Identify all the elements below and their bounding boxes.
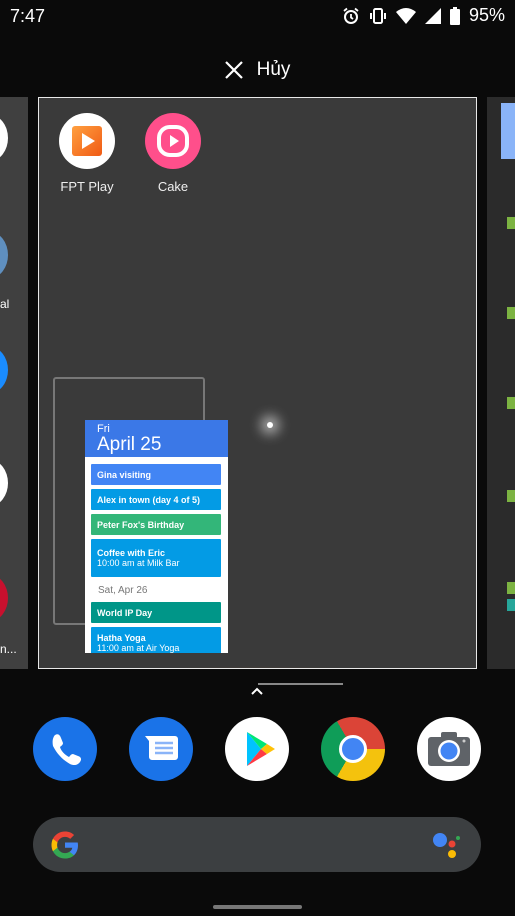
fpt-play-icon <box>59 113 115 169</box>
calendar-event[interactable]: Alex in town (day 4 of 5) <box>91 489 221 510</box>
app-cake[interactable]: Cake <box>133 113 213 194</box>
calendar-event[interactable]: World IP Day <box>91 602 221 623</box>
calendar-event[interactable]: Hatha Yoga 11:00 am at Air Yoga <box>91 627 221 653</box>
wallpaper-star <box>267 422 273 428</box>
calendar-event[interactable]: Peter Fox's Birthday <box>91 514 221 535</box>
calendar-day-heading: Sat, Apr 26 <box>98 585 148 596</box>
alarm-icon <box>343 7 359 24</box>
app-label: FPT Play <box>60 179 114 194</box>
home-gesture-bar[interactable] <box>213 905 302 909</box>
phone-icon[interactable] <box>33 717 97 781</box>
google-g-icon <box>51 831 78 859</box>
next-app-card[interactable] <box>487 97 515 669</box>
vibrate-icon <box>369 7 386 24</box>
cancel-button[interactable]: Hủy <box>0 50 515 90</box>
calendar-header: Fri April 25 <box>85 420 228 457</box>
battery-icon <box>449 6 460 25</box>
battery-percent: 95% <box>468 5 505 25</box>
calendar-date: April 25 <box>97 434 162 455</box>
messages-icon[interactable] <box>129 717 193 781</box>
calendar-widget[interactable]: Fri April 25 Gina visiting Alex in town … <box>85 420 228 653</box>
chevron-up-icon[interactable] <box>251 687 263 695</box>
google-search-bar[interactable] <box>33 817 481 872</box>
cancel-label: Hủy <box>256 59 291 80</box>
signal-icon <box>424 7 441 24</box>
camera-icon[interactable] <box>417 717 481 781</box>
calendar-event[interactable]: Coffee with Eric 10:00 am at Milk Bar <box>91 539 221 577</box>
google-assistant-icon <box>433 833 460 858</box>
app-fpt-play[interactable]: FPT Play <box>47 113 127 194</box>
chrome-icon[interactable] <box>321 717 385 781</box>
app-label: Cake <box>157 179 189 194</box>
drag-handle[interactable] <box>258 683 343 685</box>
status-bar: 7:47 95% <box>0 0 515 32</box>
wifi-icon <box>395 7 416 24</box>
clock: 7:47 <box>10 6 46 26</box>
app-label: al <box>0 297 10 311</box>
previous-app-card[interactable]: al n... <box>0 97 28 669</box>
app-label: n... <box>0 642 17 656</box>
cake-icon <box>145 113 201 169</box>
close-icon <box>224 61 243 79</box>
calendar-event[interactable]: Gina visiting <box>91 464 221 485</box>
play-store-icon[interactable] <box>225 717 289 781</box>
